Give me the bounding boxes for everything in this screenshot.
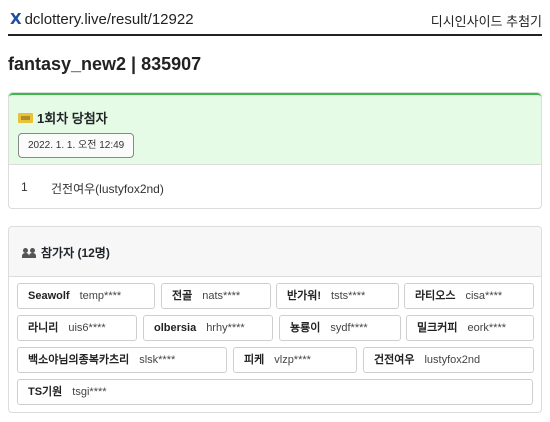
participant-id: tsgi**** <box>72 386 107 398</box>
participant-nick: 라니리 <box>28 322 59 334</box>
site-brand[interactable]: X dclottery.live/result/12922 <box>10 10 194 28</box>
participant-nick: 라티오스 <box>415 290 456 302</box>
participant-nick: 반가워! <box>287 290 322 302</box>
top-bar: X dclottery.live/result/12922 디시인사이드 추첨기 <box>8 6 542 36</box>
participant-tag: 건전여우 lustyfox2nd <box>363 347 534 373</box>
winner-row: 1 건전여우(lustyfox2nd) <box>21 180 164 197</box>
participant-tag: 라티오스 cisa**** <box>404 283 534 309</box>
winner-name: 건전여우(lustyfox2nd) <box>51 182 164 196</box>
participant-tag: 백소야님의종복카츠리 slsk**** <box>17 347 227 373</box>
participant-nick: 백소야님의종복카츠리 <box>28 354 130 366</box>
participant-id: temp**** <box>79 290 122 302</box>
participant-id: nats**** <box>202 290 241 302</box>
participants-header: 참가자 (12명) <box>9 227 541 277</box>
ticket-icon <box>18 112 33 123</box>
participant-tag: olbersia hrhy**** <box>143 315 273 341</box>
participant-nick: 전골 <box>172 290 193 302</box>
participant-nick: 뇽룡이 <box>290 322 321 334</box>
winners-title-text: 1회차 당첨자 <box>37 111 108 126</box>
winners-title: 1회차 당첨자 <box>18 108 108 127</box>
draw-date-badge: 2022. 1. 1. 오전 12:49 <box>18 133 135 158</box>
participant-id: lustyfox2nd <box>424 354 481 366</box>
winners-card: 1회차 당첨자 2022. 1. 1. 오전 12:49 1 건전여우(lust… <box>8 92 542 209</box>
participants-title-text: 참가자 (12명) <box>41 246 110 260</box>
participant-nick: 밀크커피 <box>417 322 458 334</box>
participant-id: cisa**** <box>465 290 503 302</box>
participant-id: slsk**** <box>139 354 176 366</box>
users-icon <box>22 247 37 258</box>
participant-tag: 밀크커피 eork**** <box>406 315 534 341</box>
participant-tag: 피케 vlzp**** <box>233 347 357 373</box>
participant-id: eork**** <box>467 322 507 334</box>
dcinside-raffle-link[interactable]: 디시인사이드 추첨기 <box>431 11 542 30</box>
participant-nick: 피케 <box>244 354 265 366</box>
participant-id: vlzp**** <box>274 354 311 366</box>
x-logo-icon: X <box>10 10 22 28</box>
participants-title: 참가자 (12명) <box>22 244 110 261</box>
winners-header: 1회차 당첨자 2022. 1. 1. 오전 12:49 <box>9 93 541 165</box>
participant-id: hrhy**** <box>206 322 245 334</box>
participant-tag: Seawolf temp**** <box>17 283 155 309</box>
page-title: fantasy_new2 | 835907 <box>8 54 202 74</box>
winner-rank: 1 <box>21 180 28 194</box>
participant-id: uis6**** <box>68 322 106 334</box>
participants-card: 참가자 (12명) Seawolf temp**** 전골 nats**** 반가워… <box>8 226 542 413</box>
participant-nick: Seawolf <box>28 290 70 302</box>
participant-id: tsts**** <box>331 290 366 302</box>
participant-nick: olbersia <box>154 322 197 334</box>
participant-tag: TS기원 tsgi**** <box>17 379 533 405</box>
participant-tag: 전골 nats**** <box>161 283 271 309</box>
participant-nick: TS기원 <box>28 386 63 398</box>
participant-tag: 반가워! tsts**** <box>276 283 399 309</box>
result-url[interactable]: dclottery.live/result/12922 <box>25 11 194 28</box>
participant-tag: 뇽룡이 sydf**** <box>279 315 401 341</box>
participant-nick: 건전여우 <box>374 354 415 366</box>
participant-id: sydf**** <box>330 322 368 334</box>
participant-tag: 라니리 uis6**** <box>17 315 137 341</box>
